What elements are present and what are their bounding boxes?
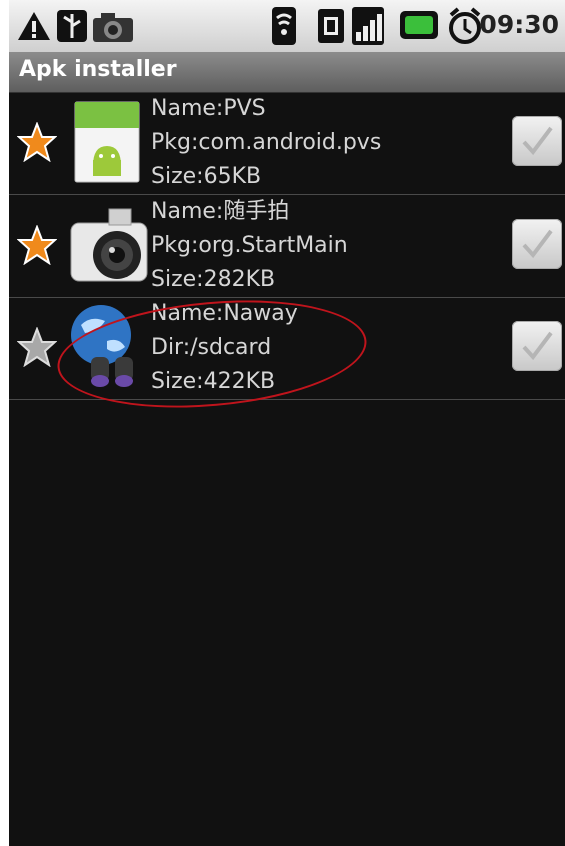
sim-icon [318,9,344,43]
app-size: Size:65KB [151,164,262,189]
checkmark-icon [522,331,553,361]
app-info: Name:随手拍 Pkg:org.StartMain Size:282KB [151,195,348,297]
app-name: Name:随手拍 [151,199,290,224]
camera-icon [93,13,133,42]
app-info: Name:PVS Pkg:com.android.pvs Size:65KB [151,92,381,194]
android-icon [74,101,140,183]
battery-icon [400,11,438,39]
warning-icon [18,12,50,40]
alarm-icon [449,7,481,44]
app-name: Name:PVS [151,96,266,121]
checkmark-icon [522,229,553,259]
checkmark-icon [522,126,553,156]
list-item[interactable]: Name:PVS Pkg:com.android.pvs Size:65KB [9,92,565,195]
star-icon[interactable] [17,327,57,367]
select-checkbox[interactable] [512,219,562,269]
status-time: 09:30 [479,10,559,39]
app-package: Pkg:org.StartMain [151,233,348,258]
page-title: Apk installer [19,57,177,82]
list-item[interactable]: Name:随手拍 Pkg:org.StartMain Size:282KB [9,195,565,298]
signal-icon [352,7,384,45]
app-package: Pkg:com.android.pvs [151,130,382,155]
usb-icon [57,10,87,42]
camera-icon [70,208,148,282]
title-bar: Apk installer [9,52,565,93]
wifi-icon [272,7,296,45]
app-size: Size:282KB [151,267,276,292]
star-icon[interactable] [17,225,57,265]
select-checkbox[interactable] [512,116,562,166]
star-icon[interactable] [17,122,57,162]
select-checkbox[interactable] [512,321,562,371]
apk-installer-screen: 09:30 Apk installer Name:PVS Pkg:com.and… [9,0,565,846]
status-bar: 09:30 [9,0,565,52]
